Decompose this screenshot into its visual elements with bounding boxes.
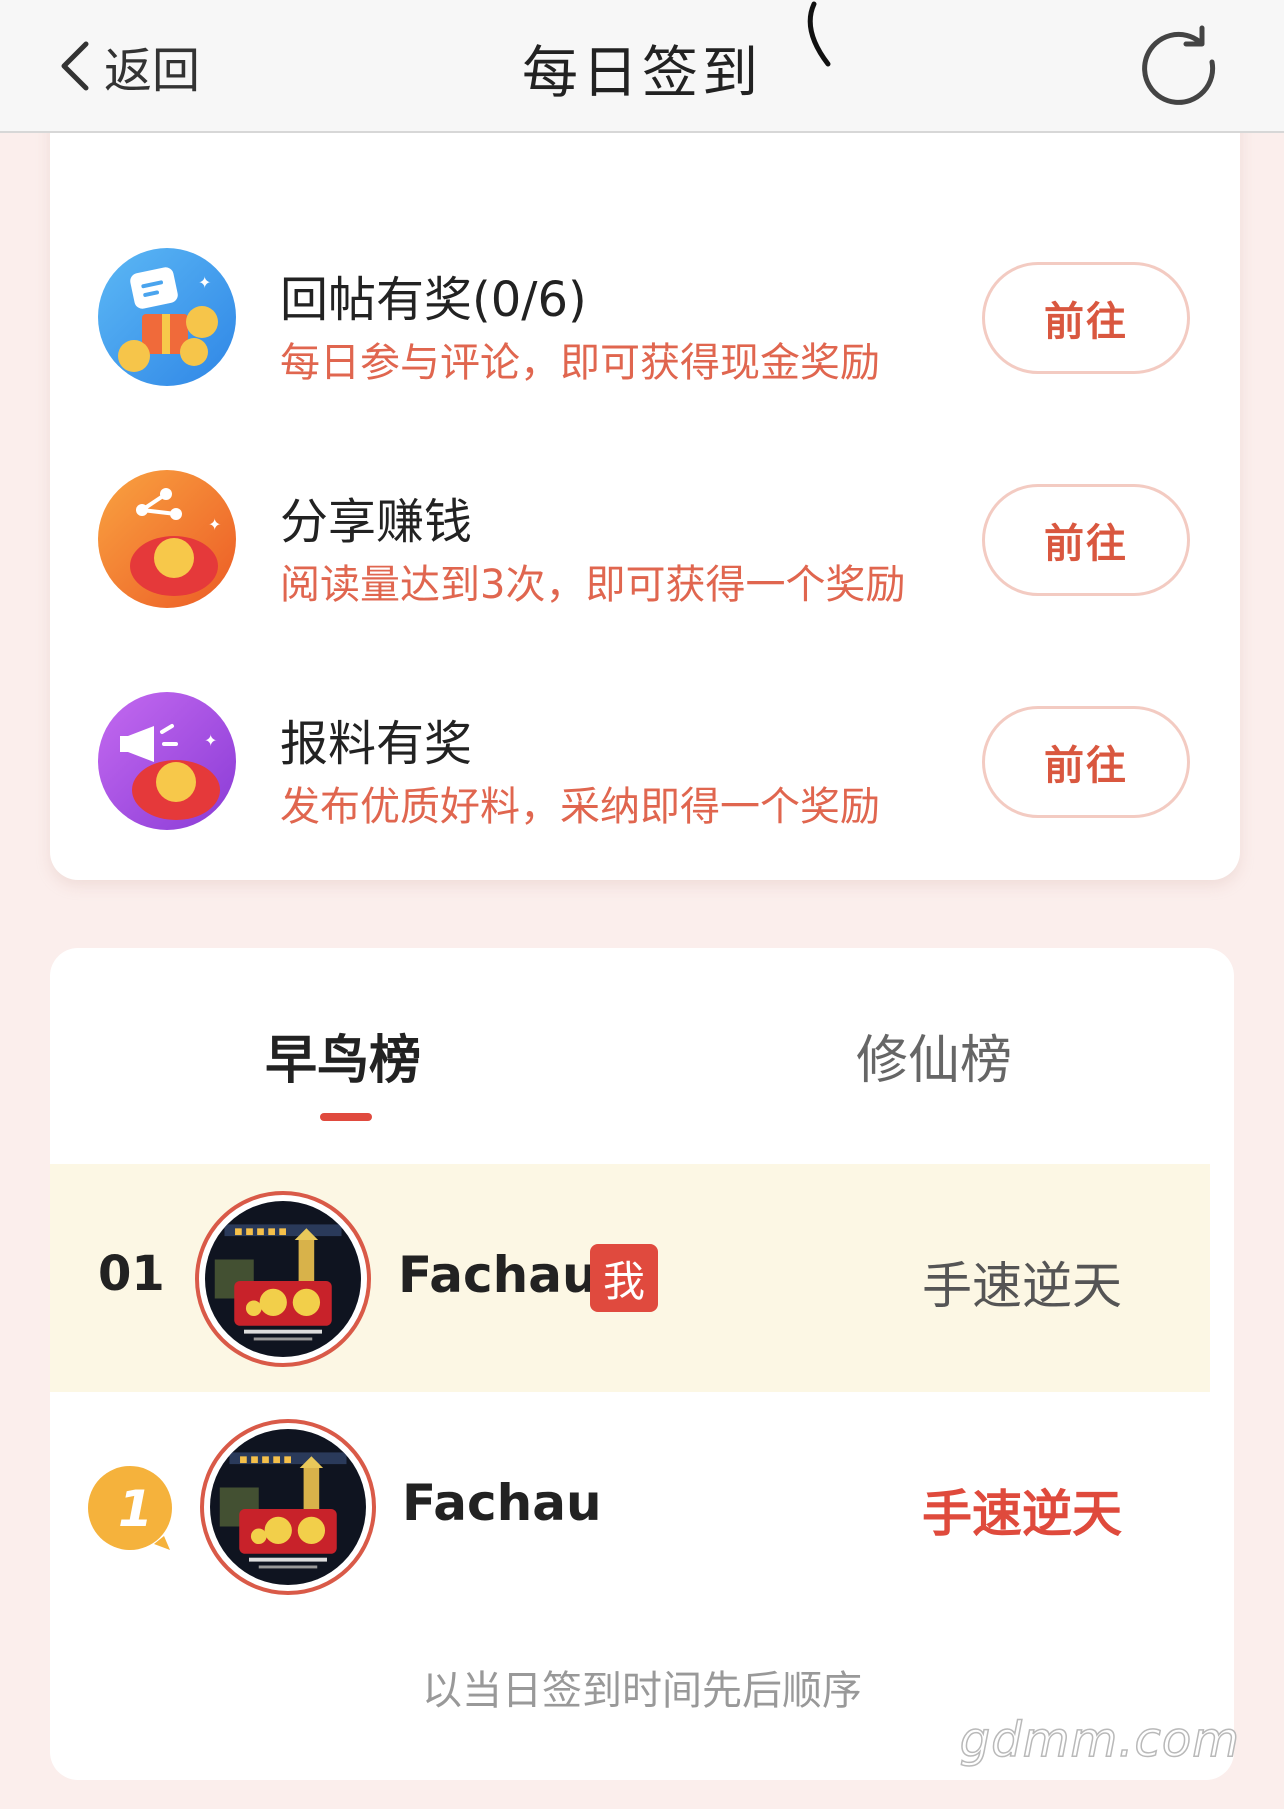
rank-title: 手速逆天 [922,1485,1122,1543]
task-item-share: ✦ 分享赚钱 阅读量达到3次，即可获得一个奖励 前往 [50,438,1240,638]
go-button[interactable]: 前往 [982,262,1190,374]
task-title: 分享赚钱 [280,494,473,550]
avatar: ■ ■ ■ ■ ■ [200,1419,376,1595]
tab-early-bird[interactable]: 早鸟榜 [265,1018,421,1093]
page-title: 每日签到 [522,41,762,106]
watermark: gdmm.com [959,1711,1240,1769]
svg-text:✦: ✦ [208,515,221,534]
task-title: 报料有奖 [280,716,473,772]
svg-text:✦: ✦ [204,731,217,750]
task-title: 回帖有奖(0/6) [280,272,587,328]
comment-gift-icon: ✦ [98,248,236,386]
share-money-icon: ✦ [98,470,236,608]
report-megaphone-icon: ✦ [98,692,236,830]
task-item-reply: ✦ 回帖有奖(0/6) 每日参与评论，即可获得现金奖励 前往 [50,216,1240,416]
user-name: Fachau [398,1246,598,1304]
active-tab-indicator [320,1113,372,1121]
stray-mark-icon [807,1,831,67]
rank-number: 01 [98,1246,165,1302]
svg-text:■ ■ ■ ■ ■: ■ ■ ■ ■ ■ [239,1455,292,1465]
ranking-card: 早鸟榜 修仙榜 01 ■ ■ ■ ■ ■ Fachau 我 手速逆天 1 ■ ■… [50,948,1234,1780]
svg-text:■ ■ ■ ■ ■: ■ ■ ■ ■ ■ [234,1227,287,1237]
rank-title: 手速逆天 [922,1257,1122,1315]
task-desc: 阅读量达到3次，即可获得一个奖励 [280,562,906,608]
go-button[interactable]: 前往 [982,706,1190,818]
me-badge: 我 [590,1244,658,1312]
ranking-footnote: 以当日签到时间先后顺序 [422,1668,862,1714]
task-desc: 每日参与评论，即可获得现金奖励 [280,340,880,386]
rank-row[interactable]: 1 ■ ■ ■ ■ ■ Fachau 手速逆天 [50,1392,1210,1620]
task-card: 每日参与点赞，即可获得奖励 ✦ [50,100,1240,880]
task-item-report: ✦ 报料有奖 发布优质好料，采纳即得一个奖励 前往 [50,660,1240,860]
my-rank-row[interactable]: 01 ■ ■ ■ ■ ■ Fachau 我 手速逆天 [50,1164,1210,1392]
svg-text:✦: ✦ [198,273,211,292]
user-name: Fachau [402,1474,602,1532]
rank-number: 1 [118,1480,153,1538]
go-button[interactable]: 前往 [982,484,1190,596]
task-desc: 发布优质好料，采纳即得一个奖励 [280,784,880,830]
refresh-icon[interactable] [1134,22,1224,112]
tab-cultivation[interactable]: 修仙榜 [856,1018,1012,1093]
first-place-badge-icon: 1 [88,1466,172,1550]
nav-bar: 返回 每日签到 [0,0,1284,133]
avatar: ■ ■ ■ ■ ■ [195,1191,371,1367]
